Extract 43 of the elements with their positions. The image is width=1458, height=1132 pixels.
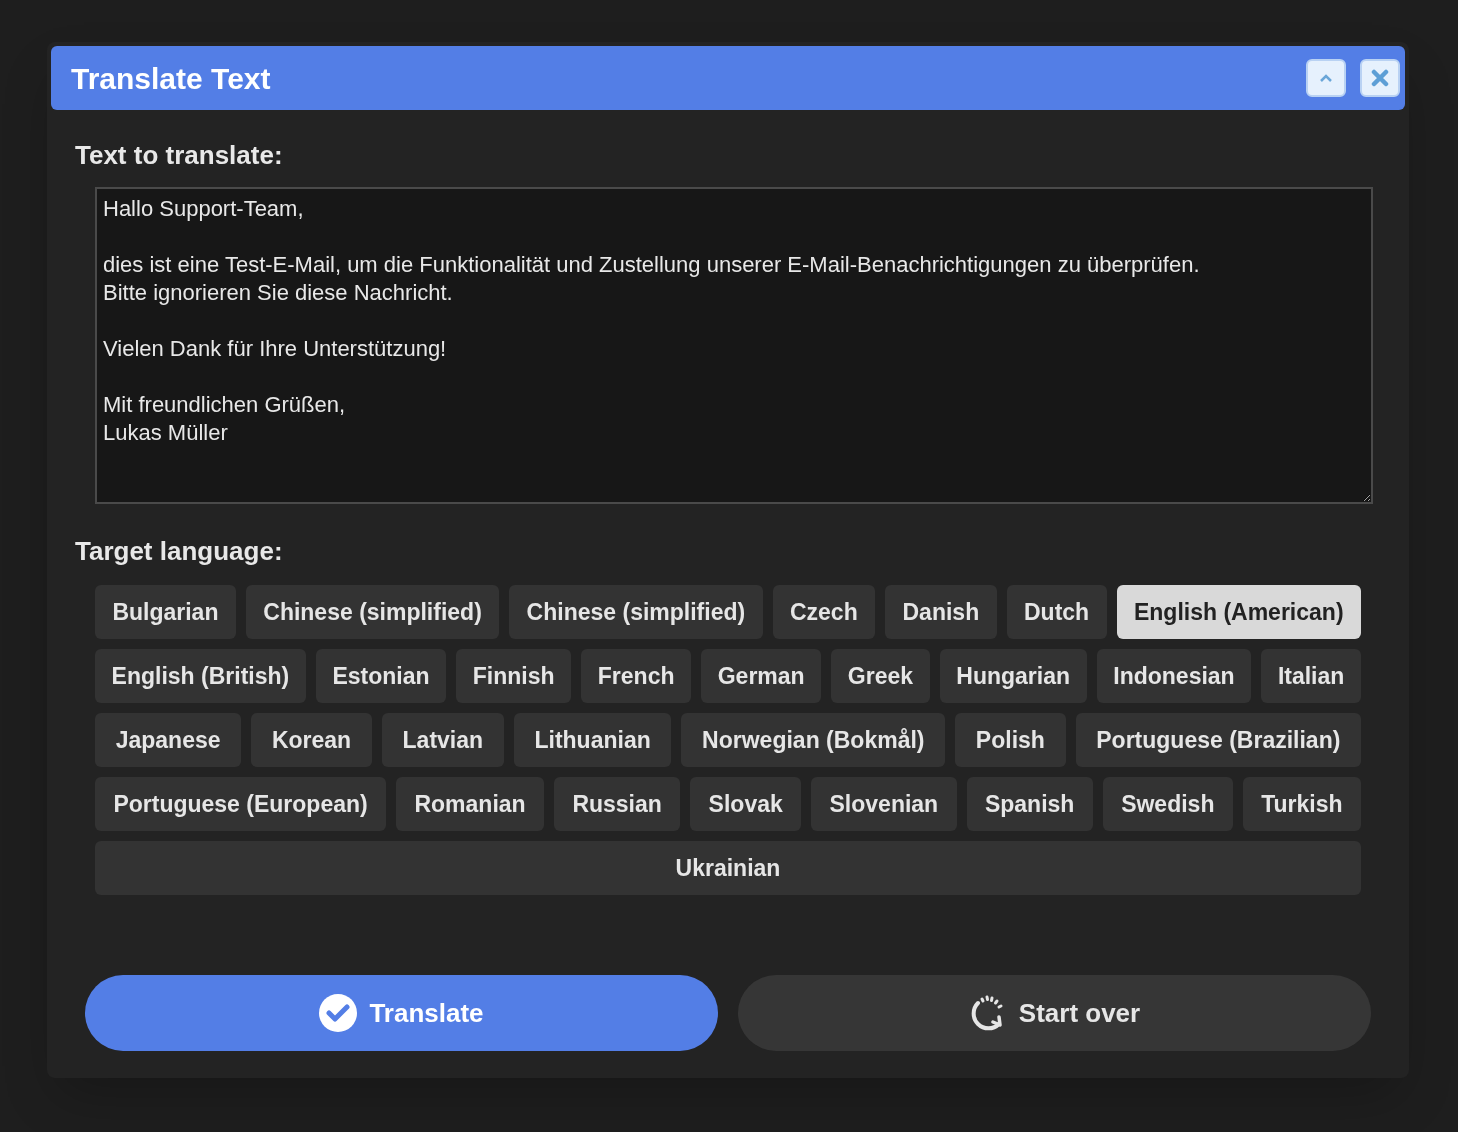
language-option[interactable]: Portuguese (Brazilian) xyxy=(1075,713,1362,767)
text-input-field[interactable]: Hallo Support-Team, dies ist eine Test-E-Mail, um die Funktionalität und Zustellung unserer E-Mail-Benachrichtigungen zu überprüfen. Bitte ignorieren Sie diese Nachricht. Vielen Dank für Ihre Unterstützung! Mit freundlichen Grüßen, Lukas Müller xyxy=(95,187,1373,504)
language-option[interactable]: Slovenian xyxy=(811,777,957,831)
language-option[interactable]: Spanish xyxy=(966,777,1093,831)
language-option[interactable]: German xyxy=(701,649,822,703)
start-over-button[interactable]: Start over xyxy=(738,975,1371,1051)
language-option[interactable]: Japanese xyxy=(95,713,242,767)
language-option[interactable]: Indonesian xyxy=(1096,649,1252,703)
chevron-up-icon xyxy=(1320,74,1332,82)
language-option[interactable]: Polish xyxy=(955,713,1066,767)
language-option[interactable]: Ukrainian xyxy=(95,841,1361,895)
language-option[interactable]: Turkish xyxy=(1242,777,1361,831)
collapse-button[interactable] xyxy=(1306,59,1346,97)
close-icon xyxy=(1371,69,1389,87)
language-option[interactable]: Hungarian xyxy=(939,649,1087,703)
language-option[interactable]: Dutch xyxy=(1006,585,1107,639)
language-option[interactable]: Romanian xyxy=(396,777,544,831)
language-option[interactable]: Latvian xyxy=(381,713,504,767)
section-label: Text to translate: xyxy=(75,139,284,172)
language-option[interactable]: French xyxy=(581,649,692,703)
language-option[interactable]: Lithuanian xyxy=(513,713,672,767)
language-option[interactable]: Norwegian (Bokmål) xyxy=(681,713,946,767)
language-option[interactable]: English (American) xyxy=(1116,585,1361,639)
language-option[interactable]: Russian xyxy=(554,777,681,831)
language-option[interactable]: Bulgarian xyxy=(95,585,236,639)
language-option[interactable]: Chinese (simplified) xyxy=(509,585,763,639)
language-option[interactable]: English (British) xyxy=(95,649,306,703)
language-option[interactable]: Italian xyxy=(1261,649,1361,703)
language-option[interactable]: Portuguese (European) xyxy=(95,777,387,831)
language-option[interactable]: Slovak xyxy=(690,777,802,831)
language-option[interactable]: Greek xyxy=(831,649,930,703)
language-option[interactable]: Chinese (simplified) xyxy=(245,585,500,639)
language-option[interactable]: Estonian xyxy=(315,649,447,703)
language-option[interactable]: Finnish xyxy=(456,649,572,703)
translate-button[interactable]: Translate xyxy=(85,975,718,1051)
close-button[interactable] xyxy=(1360,59,1400,97)
language-option[interactable]: Swedish xyxy=(1102,777,1233,831)
language-option[interactable]: Czech xyxy=(772,585,876,639)
check-circle-icon xyxy=(319,994,358,1032)
language-option[interactable]: Danish xyxy=(885,585,997,639)
section-label: Target language: xyxy=(75,535,284,568)
window-title: Translate Text xyxy=(71,60,272,97)
language-option[interactable]: Korean xyxy=(251,713,372,767)
